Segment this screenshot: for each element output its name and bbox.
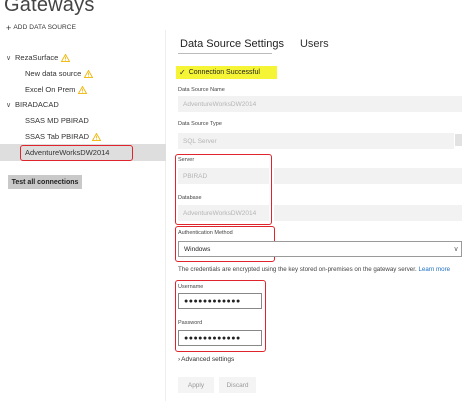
page-title: Gateways bbox=[4, 0, 95, 16]
tree-gateway-rezasurface[interactable]: ∨ RezaSurface bbox=[6, 53, 71, 62]
database-field-extension bbox=[274, 205, 462, 221]
discard-button[interactable]: Discard bbox=[219, 377, 256, 393]
connection-status-banner: ✓ Connection Successful bbox=[176, 66, 277, 79]
data-source-type-label: Data Source Type bbox=[178, 121, 222, 127]
server-field-extension bbox=[274, 168, 462, 184]
authentication-method-label: Authentication Method bbox=[178, 230, 233, 236]
connection-status-text: Connection Successful bbox=[188, 69, 260, 76]
tree-item-ssas-md-pbirad[interactable]: SSAS MD PBIRAD bbox=[25, 116, 89, 125]
plus-icon: + bbox=[6, 22, 12, 33]
username-input[interactable]: ●●●●●●●●●●●● bbox=[178, 293, 262, 309]
apply-button[interactable]: Apply bbox=[178, 377, 214, 393]
password-label: Password bbox=[178, 320, 203, 326]
data-source-name-label: Data Source Name bbox=[178, 87, 225, 93]
server-label: Server bbox=[178, 157, 195, 163]
username-value: ●●●●●●●●●●●● bbox=[184, 297, 241, 305]
data-source-name-field: AdventureWorksDW2014 bbox=[178, 96, 462, 112]
database-label: Database bbox=[178, 195, 202, 201]
tree-item-label: Excel On Prem bbox=[25, 85, 76, 94]
server-field: PBIRAD bbox=[178, 168, 269, 184]
tab-users[interactable]: Users bbox=[300, 38, 329, 50]
test-all-connections-button[interactable]: Test all connections bbox=[8, 175, 82, 189]
tree-item-label: BIRADACAD bbox=[15, 100, 59, 109]
chevron-down-icon[interactable]: ∨ bbox=[6, 101, 12, 109]
active-tab-underline bbox=[178, 53, 272, 54]
database-field: AdventureWorksDW2014 bbox=[178, 205, 269, 221]
panel-divider bbox=[165, 30, 166, 401]
add-data-source-label: ADD DATA SOURCE bbox=[13, 24, 77, 31]
learn-more-link[interactable]: Learn more bbox=[418, 266, 450, 273]
credentials-note: The credentials are encrypted using the … bbox=[178, 266, 450, 273]
data-source-type-field: SQL Server bbox=[178, 133, 454, 149]
tree-item-ssas-tab-pbirad[interactable]: SSAS Tab PBIRAD bbox=[25, 132, 102, 141]
tree-item-excel-on-prem[interactable]: Excel On Prem bbox=[25, 85, 88, 94]
tree-item-new-data-source[interactable]: New data source bbox=[25, 69, 94, 78]
advanced-settings-toggle[interactable]: › Advanced settings bbox=[178, 356, 234, 363]
annotation-box-selected-source bbox=[20, 145, 133, 161]
credentials-note-text: The credentials are encrypted using the … bbox=[178, 266, 417, 273]
authentication-method-select[interactable]: Windows ∨ bbox=[178, 241, 462, 257]
add-data-source-button[interactable]: + ADD DATA SOURCE bbox=[6, 22, 77, 33]
chevron-down-icon: ∨ bbox=[453, 246, 459, 253]
tree-item-label: RezaSurface bbox=[15, 53, 59, 62]
warning-icon bbox=[78, 85, 88, 94]
tree-item-label: SSAS Tab PBIRAD bbox=[25, 132, 90, 141]
authentication-method-value: Windows bbox=[184, 245, 211, 253]
tab-data-source-settings[interactable]: Data Source Settings bbox=[180, 38, 284, 50]
password-value: ●●●●●●●●●●●● bbox=[184, 334, 241, 342]
chevron-down-icon[interactable]: ∨ bbox=[6, 54, 12, 62]
chevron-right-icon: › bbox=[178, 356, 181, 363]
checkmark-icon: ✓ bbox=[179, 68, 186, 77]
advanced-settings-label: Advanced settings bbox=[181, 356, 235, 363]
data-source-type-scrollbar[interactable] bbox=[455, 134, 462, 146]
password-input[interactable]: ●●●●●●●●●●●● bbox=[178, 330, 262, 346]
warning-icon bbox=[92, 132, 102, 141]
username-label: Username bbox=[178, 284, 204, 290]
tree-item-label: SSAS MD PBIRAD bbox=[25, 116, 89, 125]
tree-item-label: New data source bbox=[25, 69, 82, 78]
warning-icon bbox=[84, 69, 94, 78]
tab-bar: Data Source Settings Users bbox=[180, 38, 329, 50]
tree-gateway-biradacad[interactable]: ∨ BIRADACAD bbox=[6, 100, 59, 109]
warning-icon bbox=[61, 53, 71, 62]
